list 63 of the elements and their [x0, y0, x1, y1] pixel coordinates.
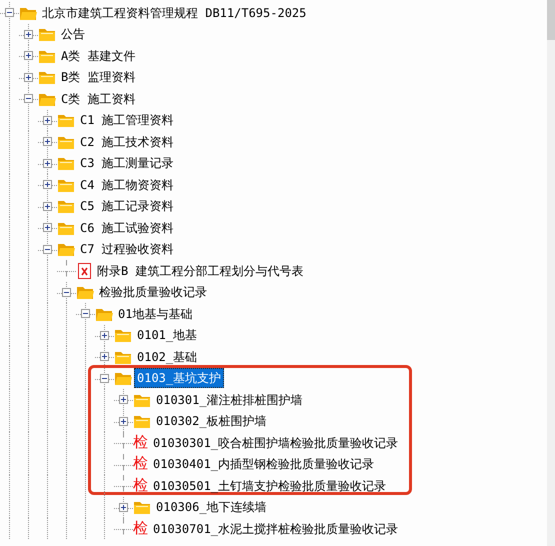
tree-item[interactable]: 01地基与基础	[115, 304, 196, 324]
tree-item[interactable]: C7 过程验收资料	[77, 239, 177, 260]
tree-item[interactable]: 01030701_水泥土搅拌桩检验批质量验收记录	[150, 518, 402, 539]
expand-icon[interactable]	[100, 330, 109, 340]
collapse-icon[interactable]	[5, 8, 14, 18]
folder-icon	[38, 26, 56, 42]
expand-icon[interactable]	[43, 137, 52, 146]
expand-icon[interactable]	[100, 352, 109, 362]
tree-item[interactable]: 检验批质量验收记录	[96, 282, 210, 302]
tree-item[interactable]: 01030401_内插型钢检验批质量验收记录	[150, 454, 378, 474]
tree-item[interactable]: 0101_地基	[134, 325, 200, 346]
tree-item[interactable]: 公告	[58, 24, 88, 44]
tree-item[interactable]: C1 施工管理资料	[77, 110, 177, 130]
tree-item[interactable]: 北京市建筑工程资料管理规程 DB11/T695-2025	[39, 2, 310, 23]
tree-item[interactable]: 01030501_土钉墙支护检验批质量验收记录	[150, 476, 390, 496]
form-icon: 检	[133, 478, 148, 494]
expand-icon[interactable]	[43, 158, 52, 168]
expand-icon[interactable]	[24, 72, 33, 82]
tree-item[interactable]: A类 基建文件	[58, 46, 138, 66]
expand-icon[interactable]	[119, 395, 128, 404]
collapse-icon[interactable]	[43, 244, 52, 254]
expand-icon[interactable]	[43, 223, 52, 232]
expand-icon[interactable]	[43, 202, 52, 211]
tree-item[interactable]: 01030301_咬合桩围护墙检验批质量验收记录	[150, 432, 402, 453]
folder-icon	[114, 327, 132, 344]
tree-item[interactable]: 010301_灌注桩排桩围护墙	[153, 390, 306, 410]
tree-item[interactable]: 附录B 建筑工程分部工程划分与代号表	[94, 260, 306, 281]
scrollbar[interactable]	[547, 0, 555, 546]
folder-icon	[57, 155, 75, 172]
folder-icon	[133, 499, 151, 516]
tree-item[interactable]: C6 施工试验资料	[77, 218, 177, 238]
collapse-icon[interactable]	[62, 288, 71, 297]
collapse-icon[interactable]	[24, 94, 33, 104]
folder-icon	[57, 112, 75, 128]
tree-item[interactable]: 010306_地下连续墙	[153, 497, 270, 518]
tree-item[interactable]: C5 施工记录资料	[77, 196, 177, 216]
form-icon: 检	[133, 434, 148, 451]
open-folder-icon	[114, 370, 132, 386]
tree-item[interactable]: C类 施工资料	[58, 88, 138, 109]
open-folder-icon	[57, 241, 75, 258]
collapse-icon[interactable]	[81, 309, 90, 318]
tree-item[interactable]: B类 监理资料	[58, 67, 138, 88]
folder-icon	[133, 413, 151, 430]
expand-icon[interactable]	[43, 180, 52, 190]
tree-item[interactable]: 010302_板桩围护墙	[153, 411, 270, 432]
expand-icon[interactable]	[119, 416, 128, 426]
form-icon: 检	[133, 520, 148, 537]
collapse-icon[interactable]	[100, 374, 109, 383]
expand-icon[interactable]	[119, 502, 128, 512]
expand-icon[interactable]	[24, 51, 33, 60]
spreadsheet-icon	[76, 262, 92, 280]
tree-item[interactable]: 0103_基坑支护	[134, 368, 224, 388]
form-icon: 检	[133, 456, 148, 472]
folder-icon	[57, 198, 75, 214]
folder-icon	[38, 69, 56, 86]
open-folder-icon	[76, 284, 94, 300]
scrollbar-thumb[interactable]	[547, 0, 555, 40]
tree-item[interactable]: 0102_基础	[134, 346, 200, 367]
tree-item[interactable]: C4 施工物资资料	[77, 174, 177, 195]
expand-icon[interactable]	[24, 30, 33, 39]
tree-item[interactable]: C3 施工测量记录	[77, 153, 177, 174]
tree-item[interactable]: C2 施工技术资料	[77, 132, 177, 152]
expand-icon[interactable]	[43, 116, 52, 125]
